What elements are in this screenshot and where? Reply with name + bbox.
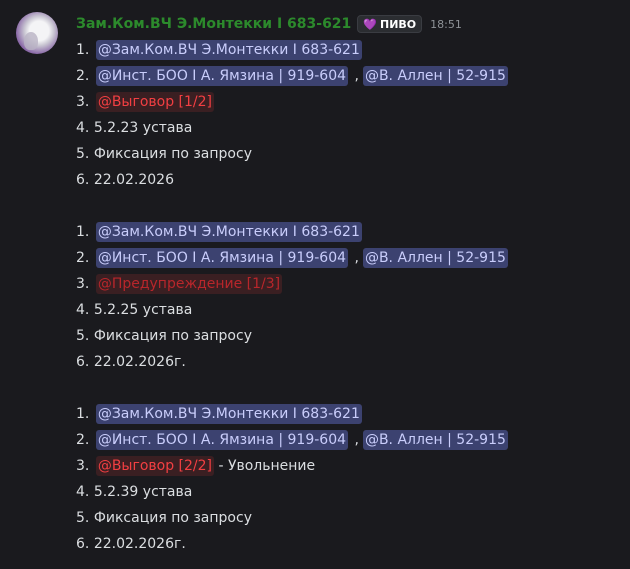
role-mention[interactable]: @В. Аллен | 52-915 (362, 430, 508, 450)
role-mention[interactable]: @Зам.Ком.ВЧ Э.Монтекки I 683-621 (95, 404, 362, 424)
list-item: 4. 5.2.39 устава (76, 484, 193, 500)
list-item: 1. @Зам.Ком.ВЧ Э.Монтекки I 683-621 (76, 40, 362, 60)
role-mention[interactable]: @Выговор [2/2] (95, 456, 214, 476)
role-badge-label: ПИВО (380, 17, 417, 31)
role-mention[interactable]: @Инст. БОО I А. Ямзина | 919-604 (95, 66, 349, 86)
list-item: 5. Фиксация по запросу (76, 146, 252, 162)
list-item: 5. Фиксация по запросу (76, 328, 252, 344)
role-badge[interactable]: 💜 ПИВО (357, 15, 423, 33)
list-item: 2. @Инст. БОО I А. Ямзина | 919-604 , @В.… (76, 248, 508, 268)
message-timestamp[interactable]: 18:51 (430, 18, 462, 31)
list-item: 1. @Зам.Ком.ВЧ Э.Монтекки I 683-621 (76, 222, 362, 242)
list-item: 3. @Выговор [1/2] (76, 92, 214, 112)
role-mention[interactable]: @Предупреждение [1/3] (95, 274, 283, 294)
user-avatar[interactable] (16, 12, 58, 54)
role-mention[interactable]: @Зам.Ком.ВЧ Э.Монтекки I 683-621 (95, 40, 362, 60)
heart-icon: 💜 (363, 17, 377, 31)
message-body: 1. @Зам.Ком.ВЧ Э.Монтекки I 683-621 2. @… (76, 37, 622, 557)
role-mention[interactable]: @Инст. БОО I А. Ямзина | 919-604 (95, 430, 349, 450)
role-mention[interactable]: @Выговор [1/2] (95, 92, 214, 112)
username[interactable]: Зам.Ком.ВЧ Э.Монтекки I 683-621 (76, 16, 351, 32)
list-item: 1. @Зам.Ком.ВЧ Э.Монтекки I 683-621 (76, 404, 362, 424)
list-item: 2. @Инст. БОО I А. Ямзина | 919-604 , @В.… (76, 430, 508, 450)
list-item: 6. 22.02.2026г. (76, 536, 186, 552)
list-item: 4. 5.2.25 устава (76, 302, 193, 318)
list-item: 6. 22.02.2026 (76, 172, 174, 188)
message-header: Зам.Ком.ВЧ Э.Монтекки I 683-621 💜 ПИВО 1… (76, 14, 462, 34)
list-item: 5. Фиксация по запросу (76, 510, 252, 526)
role-mention[interactable]: @В. Аллен | 52-915 (362, 66, 508, 86)
role-mention[interactable]: @Инст. БОО I А. Ямзина | 919-604 (95, 248, 349, 268)
list-item: 3. @Предупреждение [1/3] (76, 274, 283, 294)
role-mention[interactable]: @В. Аллен | 52-915 (362, 248, 508, 268)
list-item: 2. @Инст. БОО I А. Ямзина | 919-604 , @В.… (76, 66, 508, 86)
list-item: 6. 22.02.2026г. (76, 354, 186, 370)
role-mention[interactable]: @Зам.Ком.ВЧ Э.Монтекки I 683-621 (95, 222, 362, 242)
list-item: 4. 5.2.23 устава (76, 120, 193, 136)
chat-message: Зам.Ком.ВЧ Э.Монтекки I 683-621 💜 ПИВО 1… (0, 0, 630, 569)
list-item: 3. @Выговор [2/2] - Увольнение (76, 456, 316, 476)
